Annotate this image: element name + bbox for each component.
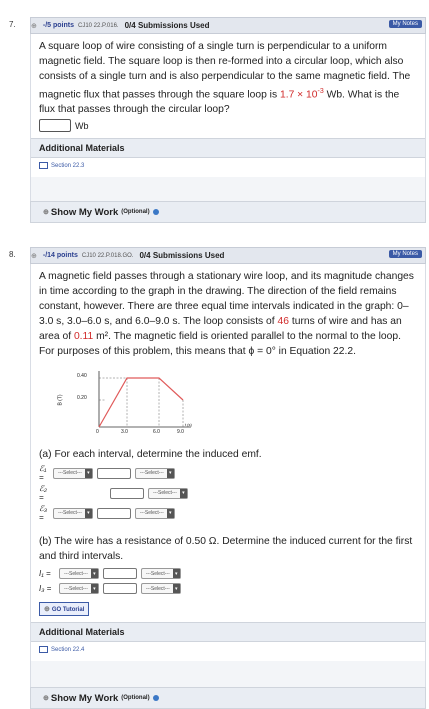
unit-select[interactable]: ---Select--- ▾ xyxy=(140,568,181,579)
ytick: 0.20 xyxy=(77,395,87,401)
points: -/14 points xyxy=(42,252,78,259)
section-link[interactable]: Section 22.4 xyxy=(39,642,417,656)
help-icon[interactable] xyxy=(152,209,159,216)
expand-icon: ⊕ xyxy=(44,606,50,613)
unit-select[interactable]: ---Select--- ▾ xyxy=(134,507,175,519)
question-number: 8. xyxy=(9,250,16,259)
section-link[interactable]: Section 22.3 xyxy=(39,158,417,172)
question-body: A square loop of wire consisting of a si… xyxy=(30,34,426,178)
part-a-prompt: (a) For each interval, determine the ind… xyxy=(39,449,262,460)
unit-select[interactable]: ---Select--- ▾ xyxy=(140,583,181,594)
sign-select[interactable]: ---Select--- ▾ xyxy=(53,507,93,519)
question-body: A magnetic field passes through a statio… xyxy=(30,264,426,661)
additional-materials: Additional Materials xyxy=(31,138,425,159)
unit-select[interactable]: ---Select--- ▾ xyxy=(148,487,188,499)
expand-icon[interactable]: ⊕ xyxy=(31,22,37,30)
emf-input[interactable] xyxy=(110,487,144,499)
problem-code: CJ10 22.P.018.GO. xyxy=(81,252,134,259)
tutorial-row: ⊕ GO Tutorial xyxy=(39,602,417,616)
expand-icon: ⊕ xyxy=(43,695,49,702)
submissions-used: 0/4 Submissions Used xyxy=(139,251,225,260)
spacer xyxy=(30,661,426,687)
spacer xyxy=(30,177,426,202)
question-header: 7. ⊕ -/5 points CJ10 22.P.016. 0/4 Submi… xyxy=(9,17,426,34)
unit-label: Wb xyxy=(75,120,89,131)
submissions-used: 0/4 Submissions Used xyxy=(124,21,210,30)
help-icon[interactable] xyxy=(152,695,159,701)
my-notes-button[interactable]: My Notes xyxy=(388,20,422,28)
answer-input[interactable] xyxy=(39,119,71,133)
question-8: 8. ⊕ -/14 points CJ10 22.P.018.GO. 0/4 S… xyxy=(9,247,426,709)
emf-row: ℰ₁ = ---Select--- ▾ ---Select--- ▾ xyxy=(39,464,417,482)
book-icon xyxy=(39,646,48,653)
xtick: 3.0 xyxy=(121,429,128,435)
book-icon xyxy=(39,162,48,170)
part-b-prompt: (b) The wire has a resistance of 0.50 Ω.… xyxy=(39,536,413,562)
emf-input[interactable] xyxy=(96,507,131,519)
question-text: A magnetic field passes through a statio… xyxy=(39,271,414,357)
current-row: I₃ = ---Select--- ▾ ---Select--- ▾ xyxy=(39,583,417,594)
problem-code: CJ10 22.P.016. xyxy=(78,22,119,29)
additional-materials: Additional Materials xyxy=(31,622,425,642)
unit-select[interactable]: ---Select--- ▾ xyxy=(134,467,175,479)
question-text: A square loop of wire consisting of a si… xyxy=(39,41,411,116)
emf-row: ℰ₂ = ---Select--- ▾ xyxy=(39,484,417,502)
ytick: 0.40 xyxy=(77,373,87,379)
answer-row: Wb xyxy=(39,119,417,133)
xtick: 9.0 xyxy=(177,429,184,435)
y-axis-label: B (T) xyxy=(57,394,64,406)
xtick: 0 xyxy=(96,429,99,435)
show-my-work-button[interactable]: ⊕ Show My Work (Optional) xyxy=(30,201,426,224)
expand-icon: ⊕ xyxy=(43,209,49,217)
question-header: 8. ⊕ -/14 points CJ10 22.P.018.GO. 0/4 S… xyxy=(9,247,426,264)
points: -/5 points xyxy=(42,22,74,29)
my-notes-button[interactable]: My Notes xyxy=(388,250,422,258)
emf-row: ℰ₃ = ---Select--- ▾ ---Select--- ▾ xyxy=(39,504,417,522)
show-my-work-button[interactable]: ⊕ Show My Work (Optional) xyxy=(30,687,426,709)
emf-input[interactable] xyxy=(96,467,131,479)
sign-select[interactable]: ---Select--- ▾ xyxy=(59,568,99,579)
current-input[interactable] xyxy=(102,583,137,594)
go-tutorial-button[interactable]: ⊕ GO Tutorial xyxy=(39,602,90,616)
question-number: 7. xyxy=(9,20,16,29)
xtick: 6.0 xyxy=(153,429,160,435)
field-graph: 0.40 0.20 B (T) 0 3.0 6.0 9.0 t (s) xyxy=(58,367,199,439)
x-axis-label: t (s) xyxy=(185,422,192,427)
current-row: I₁ = ---Select--- ▾ ---Select--- ▾ xyxy=(39,568,417,579)
expand-icon[interactable]: ⊕ xyxy=(31,252,37,260)
sign-select[interactable]: ---Select--- ▾ xyxy=(59,583,99,594)
current-input[interactable] xyxy=(102,568,137,579)
question-7: 7. ⊕ -/5 points CJ10 22.P.016. 0/4 Submi… xyxy=(9,17,426,224)
sign-select[interactable]: ---Select--- ▾ xyxy=(53,467,93,479)
